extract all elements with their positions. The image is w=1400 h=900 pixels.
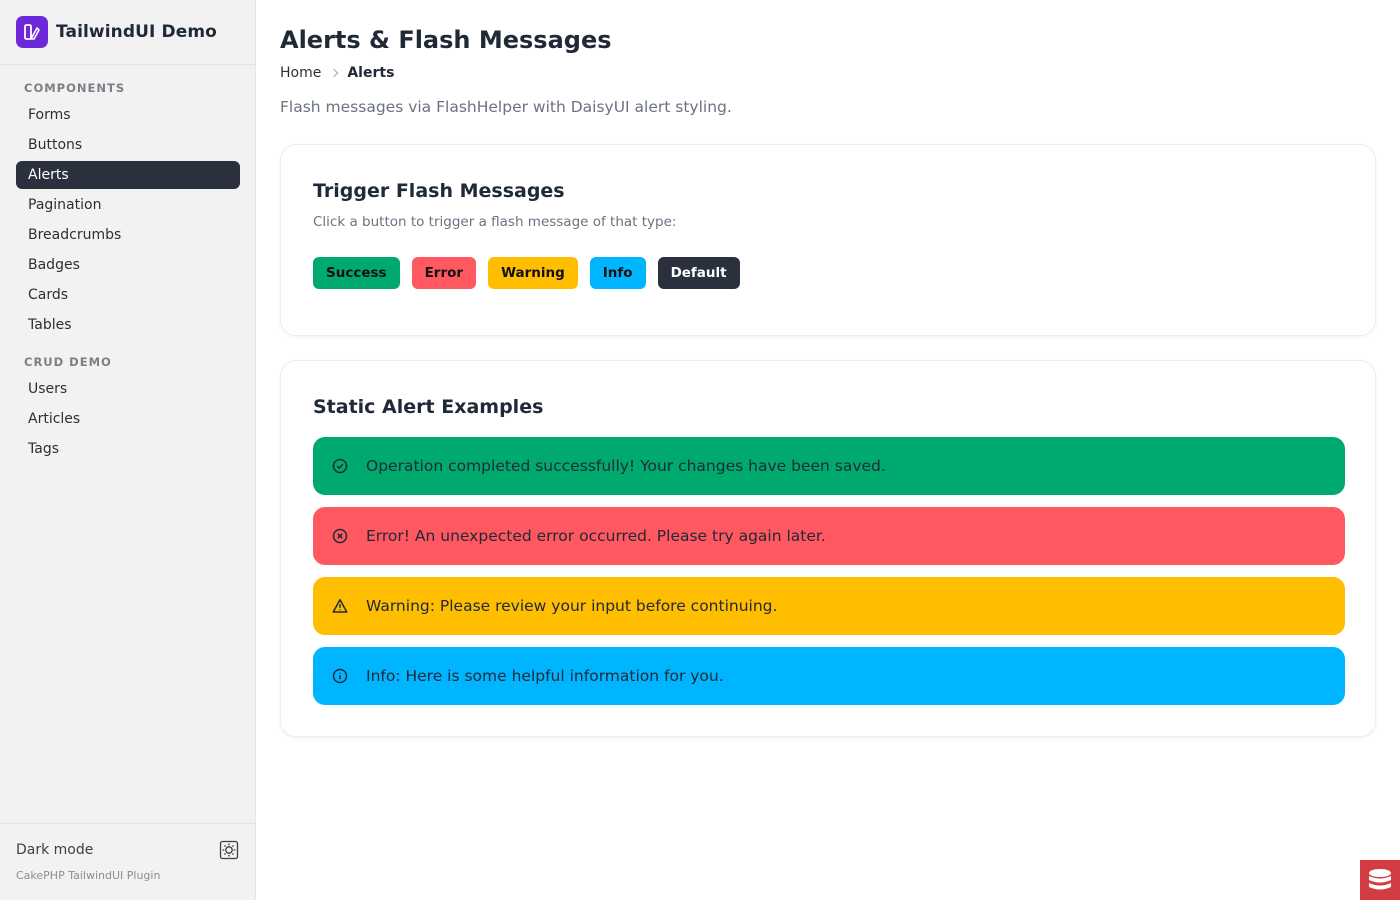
sidebar-footer: Dark mode CakePHP TailwindUI Plugin	[0, 823, 256, 900]
alert-warning: Warning: Please review your input before…	[313, 577, 1345, 635]
sidebar-item-tables[interactable]: Tables	[16, 311, 240, 339]
section-title-components: COMPONENTS	[24, 81, 126, 95]
static-card-title: Static Alert Examples	[313, 396, 544, 418]
sun-icon	[219, 840, 239, 860]
chevron-right-icon	[330, 68, 339, 78]
sidebar-item-articles[interactable]: Articles	[16, 405, 240, 433]
cakephp-logo-icon[interactable]	[1360, 860, 1400, 900]
x-circle-icon	[332, 528, 348, 544]
section-title-crud-demo: CRUD DEMO	[24, 355, 112, 369]
alert-error-text: Error! An unexpected error occurred. Ple…	[366, 527, 826, 545]
breadcrumb-home-link[interactable]: Home	[280, 65, 321, 81]
trigger-button-row: Success Error Warning Info Default	[313, 257, 752, 289]
brand-name: TailwindUI Demo	[56, 22, 217, 42]
dark-mode-toggle[interactable]	[218, 839, 240, 861]
success-button[interactable]: Success	[313, 257, 400, 289]
sidebar-item-users[interactable]: Users	[16, 375, 240, 403]
alert-list: Operation completed successfully! Your c…	[313, 437, 1345, 717]
info-circle-icon	[332, 668, 348, 684]
default-button[interactable]: Default	[657, 257, 740, 289]
warning-button[interactable]: Warning	[488, 257, 578, 289]
sidebar-item-pagination[interactable]: Pagination	[16, 191, 240, 219]
page-description: Flash messages via FlashHelper with Dais…	[280, 98, 732, 116]
trigger-card-title: Trigger Flash Messages	[313, 180, 565, 202]
plugin-note: CakePHP TailwindUI Plugin	[16, 869, 161, 882]
sidebar-item-forms[interactable]: Forms	[16, 101, 240, 129]
app-logo-icon	[16, 16, 48, 48]
breadcrumb-current: Alerts	[347, 65, 395, 81]
components-nav: Forms Buttons Alerts Pagination Breadcru…	[16, 101, 240, 341]
sidebar: TailwindUI Demo COMPONENTS Forms Buttons…	[0, 0, 256, 900]
brand[interactable]: TailwindUI Demo	[0, 0, 255, 65]
warning-triangle-icon	[332, 598, 348, 614]
static-alerts-card: Static Alert Examples Operation complete…	[280, 360, 1376, 737]
sidebar-item-breadcrumbs[interactable]: Breadcrumbs	[16, 221, 240, 249]
breadcrumb: Home Alerts	[280, 65, 394, 81]
trigger-card-subtitle: Click a button to trigger a flash messag…	[313, 214, 677, 230]
sidebar-item-buttons[interactable]: Buttons	[16, 131, 240, 159]
trigger-flash-card: Trigger Flash Messages Click a button to…	[280, 144, 1376, 336]
alert-warning-text: Warning: Please review your input before…	[366, 597, 778, 615]
dark-mode-label: Dark mode	[16, 842, 94, 858]
crud-nav: Users Articles Tags	[16, 375, 240, 465]
sidebar-item-alerts[interactable]: Alerts	[16, 161, 240, 189]
check-circle-icon	[332, 458, 348, 474]
sidebar-item-tags[interactable]: Tags	[16, 435, 240, 463]
sidebar-item-badges[interactable]: Badges	[16, 251, 240, 279]
alert-info-text: Info: Here is some helpful information f…	[366, 667, 724, 685]
alert-success: Operation completed successfully! Your c…	[313, 437, 1345, 495]
error-button[interactable]: Error	[411, 257, 477, 289]
info-button[interactable]: Info	[589, 257, 646, 289]
page-title: Alerts & Flash Messages	[280, 26, 612, 54]
alert-error: Error! An unexpected error occurred. Ple…	[313, 507, 1345, 565]
alert-info: Info: Here is some helpful information f…	[313, 647, 1345, 705]
sidebar-item-cards[interactable]: Cards	[16, 281, 240, 309]
alert-success-text: Operation completed successfully! Your c…	[366, 457, 886, 475]
